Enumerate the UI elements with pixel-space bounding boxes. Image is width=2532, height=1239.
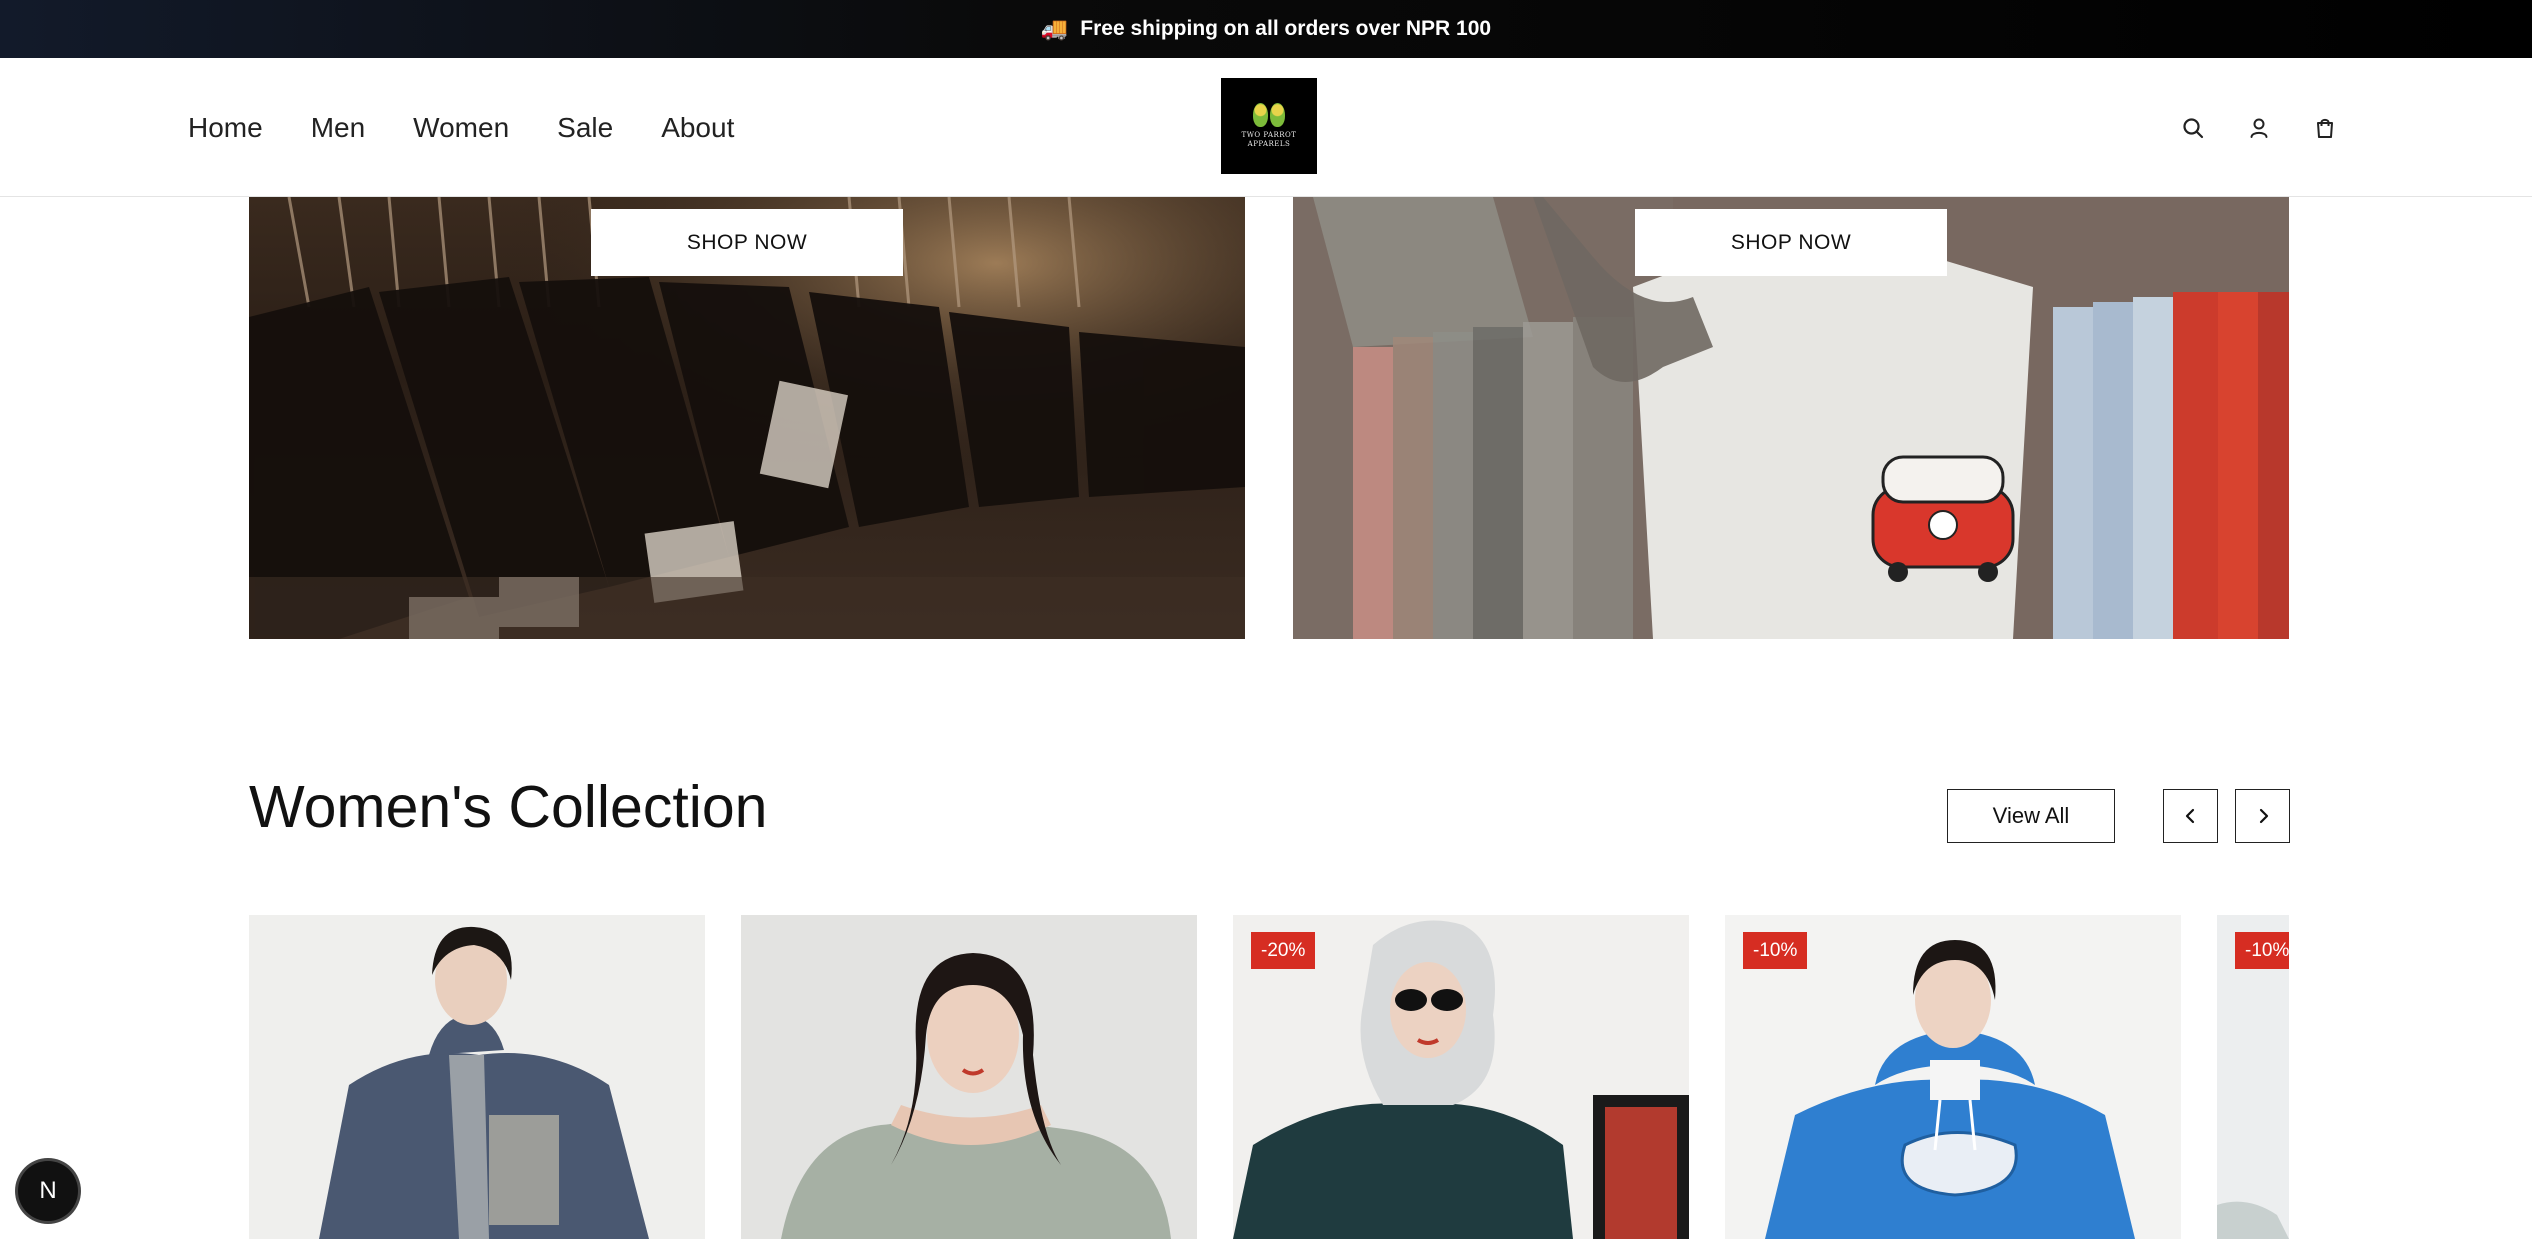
discount-badge: -20% [1251, 932, 1316, 969]
main-nav: Home Men Women Sale About [188, 58, 734, 197]
chevron-left-icon [2185, 808, 2194, 824]
product-card[interactable]: -10% [1725, 915, 2181, 1239]
discount-badge: -10% [2235, 932, 2289, 969]
nav-women[interactable]: Women [413, 112, 509, 144]
header-actions [2182, 58, 2336, 197]
product-card[interactable]: -20% [1233, 915, 1689, 1239]
announcement-bar: 🚚 Free shipping on all orders over NPR 1… [0, 0, 2532, 58]
truck-icon: 🚚 [1040, 16, 1069, 41]
product-carousel: -20% -10% -10% [249, 915, 2289, 1239]
product-card[interactable] [741, 915, 1197, 1239]
product-image [741, 915, 1197, 1239]
product-image [249, 915, 705, 1239]
cart-icon[interactable] [2314, 117, 2336, 139]
announcement-text: Free shipping on all orders over NPR 100 [1080, 17, 1492, 40]
shop-now-button-left[interactable]: SHOP NOW [591, 209, 903, 276]
nav-home[interactable]: Home [188, 112, 263, 144]
section-title: Women's Collection [249, 774, 768, 840]
nav-about[interactable]: About [661, 112, 734, 144]
carousel-next-button[interactable] [2235, 789, 2290, 843]
logo-text: TWO PARROT APPARELS [1241, 131, 1297, 148]
dev-indicator-label: N [39, 1177, 57, 1204]
carousel-prev-button[interactable] [2163, 789, 2218, 843]
page: 🚚 Free shipping on all orders over NPR 1… [0, 0, 2532, 1239]
chevron-right-icon [2259, 808, 2268, 824]
banner-shirt-display[interactable]: SHOP NOW [1293, 197, 2289, 639]
user-icon[interactable] [2248, 117, 2270, 139]
shop-now-button-right[interactable]: SHOP NOW [1635, 209, 1947, 276]
brand-logo[interactable]: TWO PARROT APPARELS [1221, 78, 1317, 174]
product-card[interactable]: -10% [2217, 915, 2289, 1239]
parrot-logo-icon [1253, 103, 1285, 127]
search-icon[interactable] [2182, 117, 2204, 139]
nav-sale[interactable]: Sale [557, 112, 613, 144]
discount-badge: -10% [1743, 932, 1808, 969]
product-card[interactable] [249, 915, 705, 1239]
view-all-button[interactable]: View All [1947, 789, 2115, 843]
banner-clothing-rack[interactable]: SHOP NOW [249, 197, 1245, 639]
nextjs-dev-indicator[interactable]: N [18, 1161, 78, 1221]
nav-men[interactable]: Men [311, 112, 365, 144]
site-header: Home Men Women Sale About TWO PARROT APPA… [0, 58, 2532, 197]
